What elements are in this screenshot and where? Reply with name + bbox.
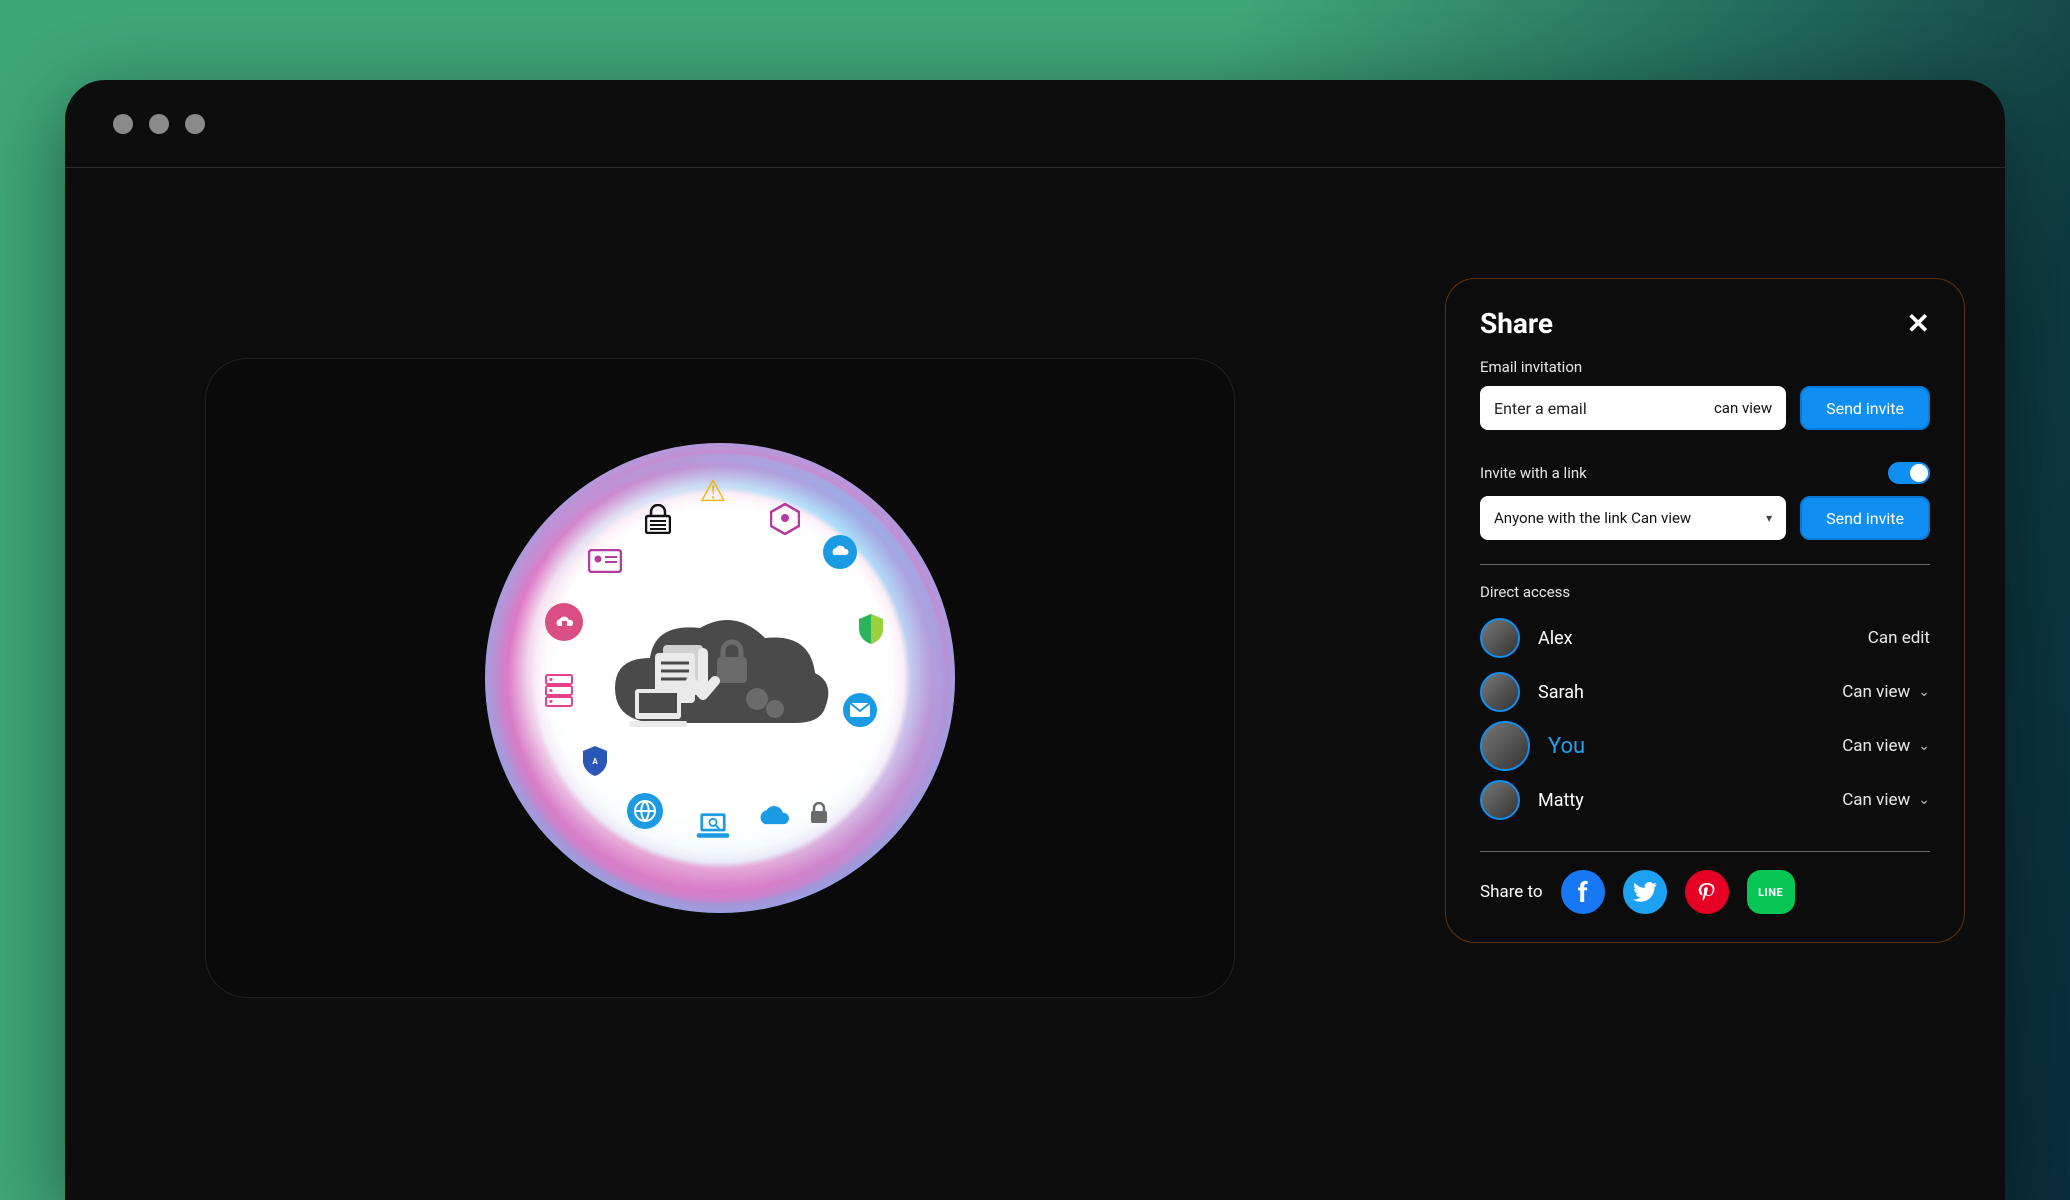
email-input-wrapper[interactable]: can view (1480, 386, 1786, 430)
share-to-label: Share to (1480, 882, 1543, 902)
laptop-search-icon (695, 808, 731, 844)
close-icon[interactable]: ✕ (1907, 310, 1930, 338)
direct-access-label: Direct access (1480, 583, 1930, 601)
chevron-down-icon: ▾ (1766, 511, 1772, 525)
shield-check-icon (853, 611, 889, 647)
globe-icon (627, 793, 663, 829)
cloud-ring-illustration: ⚠ (485, 443, 955, 913)
user-permission[interactable]: Can view⌄ (1842, 682, 1930, 702)
email-permission-label[interactable]: can view (1714, 399, 1772, 417)
share-title: Share (1480, 307, 1553, 340)
user-row: Matty Can view⌄ (1480, 773, 1930, 827)
chevron-down-icon: ⌄ (1918, 792, 1930, 808)
avatar (1480, 618, 1520, 658)
chevron-down-icon: ⌄ (1918, 738, 1930, 754)
user-row: Sarah Can view⌄ (1480, 665, 1930, 719)
mail-icon (843, 693, 877, 727)
window-control-minimize[interactable] (149, 114, 169, 134)
email-invitation-label: Email invitation (1480, 358, 1930, 376)
window-content: ⚠ (65, 168, 2005, 1200)
server-icon (541, 673, 577, 709)
avatar (1480, 721, 1530, 771)
window-control-close[interactable] (113, 114, 133, 134)
chevron-down-icon: ⌄ (1918, 684, 1930, 700)
share-panel: Share ✕ Email invitation can view Send i… (1445, 278, 1965, 943)
id-card-icon (587, 543, 623, 579)
window-control-zoom[interactable] (185, 114, 205, 134)
user-name: Sarah (1538, 682, 1584, 703)
user-name: Alex (1538, 628, 1573, 649)
link-permission-value: Anyone with the link Can view (1494, 509, 1691, 527)
divider (1480, 564, 1930, 565)
user-row: You Can view⌄ (1480, 719, 1930, 773)
email-input[interactable] (1494, 399, 1661, 418)
invite-link-label: Invite with a link (1480, 464, 1587, 482)
artwork-card: ⚠ (205, 358, 1235, 998)
user-permission[interactable]: Can view⌄ (1842, 736, 1930, 756)
hex-shield-icon (767, 501, 803, 537)
send-invite-link-button[interactable]: Send invite (1800, 496, 1930, 540)
cloud-sync-icon (823, 535, 857, 569)
facebook-icon[interactable]: f (1561, 870, 1605, 914)
direct-access-list: AlexCan editSarahCan view⌄YouCan view⌄Ma… (1480, 611, 1930, 827)
user-row: Alex Can edit (1480, 611, 1930, 665)
user-permission: Can edit (1868, 628, 1930, 648)
link-permission-select[interactable]: Anyone with the link Can view ▾ (1480, 496, 1786, 540)
user-permission[interactable]: Can view⌄ (1842, 790, 1930, 810)
pinterest-icon[interactable] (1685, 870, 1729, 914)
svg-text:A: A (592, 757, 598, 766)
cloud-lock-icon (545, 603, 583, 641)
cloud-core-icon (605, 613, 835, 743)
user-name: You (1548, 734, 1585, 759)
avatar (1480, 780, 1520, 820)
badge-shield-icon: A (577, 743, 613, 779)
user-name: Matty (1538, 790, 1584, 811)
padlock-small-icon (801, 795, 837, 831)
cloud-small-icon (755, 798, 791, 834)
line-icon[interactable]: LINE (1747, 870, 1795, 914)
app-window: ⚠ (65, 80, 2005, 1200)
lock-icon (640, 501, 676, 537)
send-invite-email-button[interactable]: Send invite (1800, 386, 1930, 430)
avatar (1480, 672, 1520, 712)
twitter-icon[interactable] (1623, 870, 1667, 914)
divider (1480, 851, 1930, 852)
warning-icon: ⚠ (695, 473, 731, 509)
window-titlebar (65, 80, 2005, 168)
invite-link-toggle[interactable] (1888, 462, 1930, 484)
